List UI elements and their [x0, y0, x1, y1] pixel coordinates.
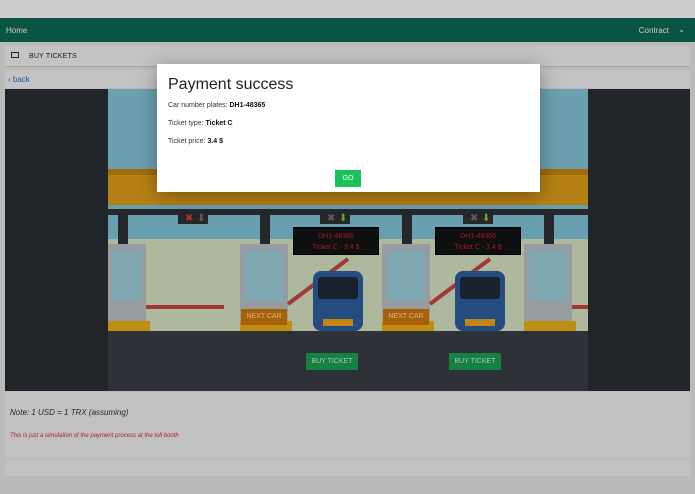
plate-value: DH1-48365 [229, 102, 266, 109]
go-button[interactable]: GO [335, 170, 361, 187]
plate-row: Car number plates: DH1-48365 [168, 102, 265, 109]
plate-label: Car number plates: [168, 102, 228, 109]
ticket-price-value: 3.4 $ [207, 138, 224, 145]
ticket-price-label: Ticket price: [168, 138, 206, 145]
ticket-type-row: Ticket type: Ticket C [168, 120, 233, 127]
payment-success-modal: Payment success Car number plates: DH1-4… [157, 64, 540, 192]
ticket-type-label: Ticket type: [168, 120, 204, 127]
ticket-type-value: Ticket C [205, 120, 233, 127]
ticket-price-row: Ticket price: 3.4 $ [168, 138, 223, 145]
modal-title: Payment success [168, 76, 294, 93]
